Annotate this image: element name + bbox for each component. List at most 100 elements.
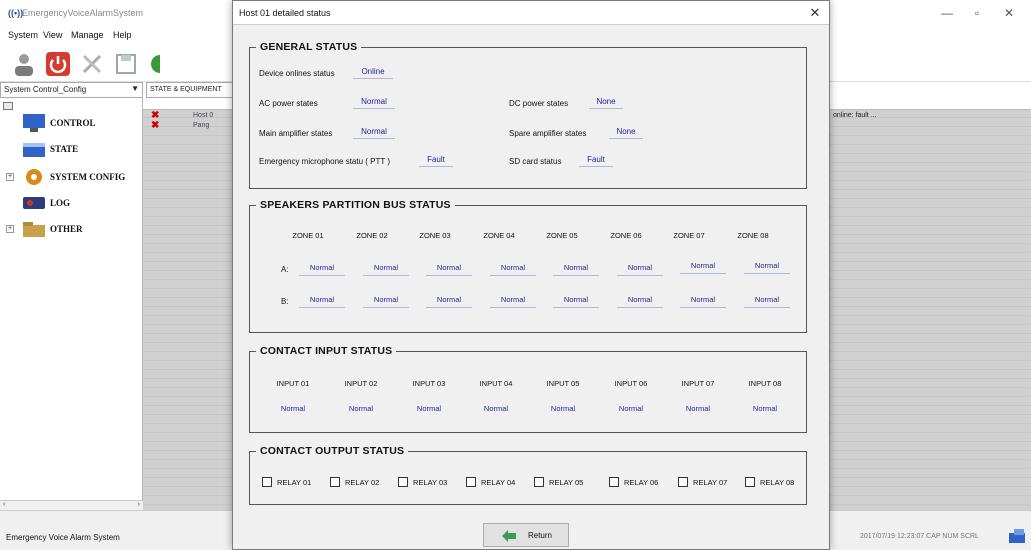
- checkbox-box[interactable]: [745, 477, 755, 487]
- speakers-bus-title: SPEAKERS PARTITION BUS STATUS: [260, 199, 451, 211]
- user-icon[interactable]: [10, 50, 38, 78]
- bus-b-label: B:: [281, 297, 289, 306]
- checkbox-box[interactable]: [398, 477, 408, 487]
- zone-header: ZONE 05: [546, 231, 578, 240]
- relay-08-checkbox[interactable]: RELAY 08: [745, 477, 794, 487]
- tree-item-label: STATE: [50, 144, 79, 154]
- network-icon: [1009, 529, 1025, 543]
- checkbox-box[interactable]: [262, 477, 272, 487]
- row-device[interactable]: Pang: [193, 122, 209, 129]
- checkbox-box[interactable]: [678, 477, 688, 487]
- menu-manage[interactable]: Manage: [71, 30, 104, 40]
- input-value: Normal: [280, 404, 306, 413]
- relay-label: RELAY 04: [481, 477, 516, 487]
- gear-icon: [26, 169, 42, 185]
- maximize-icon[interactable]: ▫: [962, 4, 992, 22]
- refresh-icon[interactable]: [146, 50, 160, 78]
- input-value: Normal: [348, 404, 374, 413]
- zone-a-value: Normal: [617, 263, 663, 276]
- zone-header: ZONE 04: [483, 231, 515, 240]
- contact-input-group: CONTACT INPUT STATUS: [249, 345, 807, 433]
- zone-a-value: Normal: [363, 263, 409, 276]
- expand-icon[interactable]: +: [6, 225, 14, 233]
- relay-label: RELAY 06: [624, 477, 659, 487]
- input-value: Normal: [752, 404, 778, 413]
- status-clock: 2017/07/19 12:23:07 CAP NUM SCRL: [860, 533, 979, 540]
- state-icon: [23, 143, 45, 157]
- tree-item-control[interactable]: CONTROL: [22, 110, 96, 136]
- zone-header: ZONE 08: [737, 231, 769, 240]
- return-icon: [501, 530, 516, 542]
- zone-header: ZONE 02: [356, 231, 388, 240]
- menu-view[interactable]: View: [43, 30, 62, 40]
- scroll-right-icon[interactable]: ›: [138, 501, 140, 508]
- save-icon[interactable]: [112, 50, 140, 78]
- horizontal-scrollbar[interactable]: ‹ ›: [0, 500, 143, 510]
- power-icon[interactable]: [44, 50, 72, 78]
- checkbox-box[interactable]: [609, 477, 619, 487]
- zone-header: ZONE 03: [419, 231, 451, 240]
- minimize-icon[interactable]: —: [932, 4, 962, 22]
- relay-02-checkbox[interactable]: RELAY 02: [330, 477, 379, 487]
- tab-label: STATE & EQUIPMENT: [150, 86, 222, 93]
- main-amplifier-value: Normal: [353, 127, 395, 139]
- input-label: INPUT 05: [546, 379, 580, 388]
- relay-label: RELAY 08: [760, 477, 795, 487]
- tree-item-state[interactable]: STATE: [22, 136, 78, 162]
- return-button[interactable]: Return: [483, 523, 569, 547]
- window-close-icon[interactable]: ✕: [994, 4, 1024, 22]
- scroll-left-icon[interactable]: ‹: [3, 501, 5, 508]
- tree-item-label: LOG: [50, 198, 71, 208]
- checkbox-box[interactable]: [466, 477, 476, 487]
- tree-item-log[interactable]: LOG: [22, 190, 70, 216]
- microphone-value: Fault: [419, 155, 453, 167]
- relay-07-checkbox[interactable]: RELAY 07: [678, 477, 727, 487]
- navigation-panel: System Control_Config ▼ CONTROL STATE + …: [0, 82, 143, 510]
- sd-card-value: Fault: [579, 155, 613, 167]
- relay-06-checkbox[interactable]: RELAY 06: [609, 477, 658, 487]
- zone-header: ZONE 01: [292, 231, 324, 240]
- row-device[interactable]: Host 0: [193, 112, 213, 119]
- dc-power-value: None: [589, 97, 623, 109]
- checkbox-box[interactable]: [330, 477, 340, 487]
- tree-item-other[interactable]: OTHER: [22, 216, 83, 242]
- zone-a-value: Normal: [680, 261, 726, 274]
- sd-card-label: SD card status: [509, 157, 562, 166]
- relay-05-checkbox[interactable]: RELAY 05: [534, 477, 583, 487]
- expand-icon[interactable]: +: [6, 173, 14, 181]
- zone-a-value: Normal: [553, 263, 599, 276]
- input-value: Normal: [685, 404, 711, 413]
- dc-power-label: DC power states: [509, 99, 569, 108]
- zone-header: ZONE 06: [610, 231, 642, 240]
- zone-a-value: Normal: [299, 263, 345, 276]
- relay-04-checkbox[interactable]: RELAY 04: [466, 477, 515, 487]
- relay-label: RELAY 07: [693, 477, 728, 487]
- menu-system[interactable]: System: [8, 30, 38, 40]
- host-status-dialog: Host 01 detailed status ✕ GENERAL STATUS…: [232, 0, 830, 550]
- return-label: Return: [527, 530, 552, 540]
- close-icon[interactable]: ✕: [807, 5, 823, 21]
- zone-a-value: Normal: [426, 263, 472, 276]
- zone-b-value: Normal: [490, 295, 536, 308]
- tools-icon[interactable]: [78, 50, 106, 78]
- config-select[interactable]: System Control_Config ▼: [0, 82, 143, 98]
- spare-amplifier-value: None: [609, 127, 643, 139]
- input-value: Normal: [618, 404, 644, 413]
- contact-output-title: CONTACT OUTPUT STATUS: [260, 445, 405, 457]
- chevron-down-icon: ▼: [131, 84, 139, 93]
- main-amplifier-label: Main amplifier states: [259, 129, 333, 138]
- device-online-value: Online: [353, 67, 393, 79]
- tree-item-system-config[interactable]: SYSTEM CONFIG: [22, 164, 138, 190]
- zone-b-value: Normal: [363, 295, 409, 308]
- tab-state-equipment[interactable]: STATE & EQUIPMENT: [146, 82, 234, 98]
- relay-03-checkbox[interactable]: RELAY 03: [398, 477, 447, 487]
- bus-a-label: A:: [281, 265, 289, 274]
- checkbox-box[interactable]: [534, 477, 544, 487]
- input-label: INPUT 07: [681, 379, 715, 388]
- input-label: INPUT 08: [748, 379, 782, 388]
- input-label: INPUT 02: [344, 379, 378, 388]
- menu-help[interactable]: Help: [113, 30, 132, 40]
- input-value: Normal: [416, 404, 442, 413]
- relay-01-checkbox[interactable]: RELAY 01: [262, 477, 311, 487]
- microphone-label: Emergency microphone statu ( PTT ): [259, 157, 391, 166]
